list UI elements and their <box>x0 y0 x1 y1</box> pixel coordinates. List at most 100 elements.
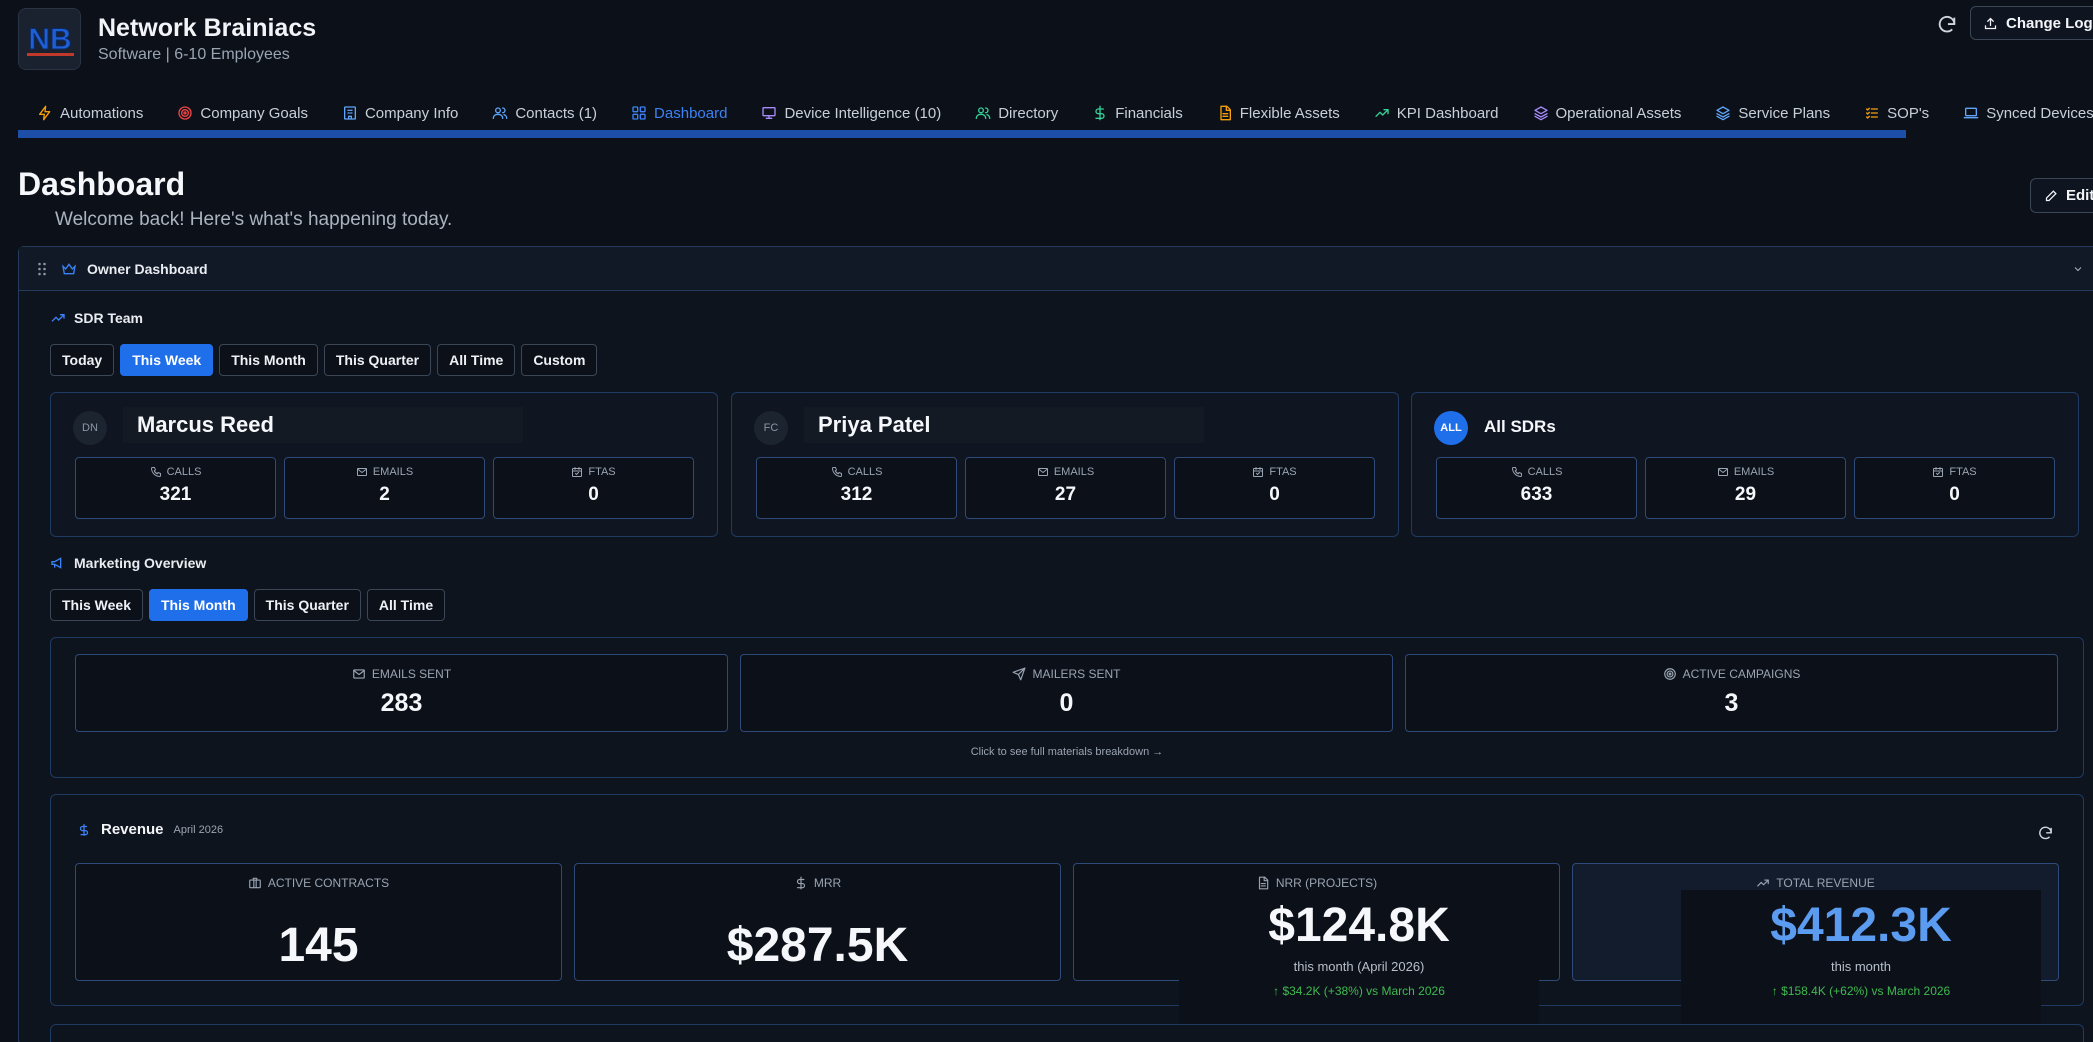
marketing-range-this-week-button[interactable]: This Week <box>50 589 143 621</box>
revenue-refresh-icon[interactable] <box>2037 825 2054 842</box>
revenue-stat-active-contracts: ACTIVE CONTRACTS 145 <box>75 863 562 981</box>
tab-label: Financials <box>1115 104 1183 122</box>
materials-breakdown-link[interactable]: Click to see full materials breakdown → <box>51 746 2083 758</box>
sdr-range-custom-button[interactable]: Custom <box>521 344 598 376</box>
trending-up-icon <box>1756 876 1770 890</box>
stat-sublabel: this month (April 2026) <box>1293 959 1425 974</box>
company-subtitle: Software | 6-10 Employees <box>98 46 290 63</box>
tab-contacts-1[interactable]: Contacts (1) <box>475 96 614 130</box>
sdr-range-all-time-button[interactable]: All Time <box>437 344 516 376</box>
tab-sop-s[interactable]: SOP's <box>1847 96 1946 130</box>
stat-value: 0 <box>1059 689 1074 717</box>
change-logo-button[interactable]: Change Logo <box>1970 6 2093 40</box>
dollar-icon <box>794 876 808 890</box>
stat-label: CALLS <box>166 466 202 478</box>
avatar: DN <box>73 411 107 445</box>
sdr-stat-ftas: FTAS 0 <box>493 457 694 519</box>
megaphone-icon <box>50 555 66 571</box>
sdr-name: All SDRs <box>1484 417 1556 436</box>
upload-icon <box>1984 17 1997 29</box>
dollar-icon <box>79 823 89 836</box>
mail-icon <box>356 466 368 478</box>
sdr-range-this-week-button[interactable]: This Week <box>120 344 214 376</box>
refresh-icon[interactable] <box>1936 14 1958 36</box>
tab-financials[interactable]: Financials <box>1075 96 1200 130</box>
tab-label: KPI Dashboard <box>1396 104 1499 122</box>
tab-company-goals[interactable]: Company Goals <box>160 96 325 130</box>
tab-operational-assets[interactable]: Operational Assets <box>1516 96 1699 130</box>
grid-icon <box>631 105 647 121</box>
change-logo-label: Change Logo <box>2006 14 2093 32</box>
tab-label: Service Plans <box>1738 104 1831 122</box>
stat-value: 2 <box>379 484 390 505</box>
tab-kpi-dashboard[interactable]: KPI Dashboard <box>1357 96 1516 130</box>
monitor-icon <box>761 105 777 121</box>
sdr-range-today-button[interactable]: Today <box>50 344 115 376</box>
edit-button[interactable]: Edit <box>2030 178 2093 213</box>
tab-label: Synced Devices (12) <box>1986 104 2093 122</box>
tab-dashboard[interactable]: Dashboard <box>614 96 744 130</box>
page-subtitle: Welcome back! Here's what's happening to… <box>55 209 453 230</box>
tab-automations[interactable]: Automations <box>20 96 160 130</box>
tab-flexible-assets[interactable]: Flexible Assets <box>1200 96 1357 130</box>
owner-dashboard-title: Owner Dashboard <box>87 261 208 277</box>
tab-label: Dashboard <box>654 104 728 122</box>
sdr-stat-emails: EMAILS 27 <box>965 457 1166 519</box>
owner-dashboard-header[interactable]: Owner Dashboard <box>19 247 2093 291</box>
tab-company-info[interactable]: Company Info <box>325 96 475 130</box>
trending-up-icon <box>50 310 66 326</box>
stat-value: 0 <box>1949 484 1960 505</box>
stat-value: $287.5K <box>726 919 909 972</box>
sdr-team-heading: SDR Team <box>50 310 143 326</box>
tab-label: Company Goals <box>200 104 308 122</box>
stat-label: MAILERS SENT <box>1032 667 1121 681</box>
phone-icon <box>831 466 843 478</box>
tab-device-intelligence-10[interactable]: Device Intelligence (10) <box>744 96 958 130</box>
stat-value: 27 <box>1054 484 1077 505</box>
tab-service-plans[interactable]: Service Plans <box>1698 96 1847 130</box>
revenue-stat-nrr-projects: NRR (PROJECTS) $124.8K this month (April… <box>1073 863 1560 1040</box>
mail-icon <box>1037 466 1049 478</box>
sdr-range-this-month-button[interactable]: This Month <box>219 344 318 376</box>
next-section-card <box>50 1024 2084 1042</box>
marketing-range-this-month-button[interactable]: This Month <box>149 589 248 621</box>
sdr-card-all-sdrs: ALL All SDRs CALLS 633 EMAILS 29 FTAS 0 <box>1411 392 2079 537</box>
phone-icon <box>1511 466 1523 478</box>
stat-change: ↑ $158.4K (+62%) vs March 2026 <box>1771 984 1951 998</box>
company-logo: NB <box>18 8 81 70</box>
drag-handle-icon[interactable] <box>37 262 47 276</box>
stat-value: 312 <box>840 484 873 505</box>
tab-label: Company Info <box>364 104 459 122</box>
sdr-stat-calls: CALLS 321 <box>75 457 276 519</box>
sdr-stat-ftas: FTAS 0 <box>1174 457 1375 519</box>
stat-label: TOTAL REVENUE <box>1776 876 1875 890</box>
laptop-icon <box>1963 105 1979 121</box>
stat-label: EMAILS <box>1733 466 1775 478</box>
stat-label: CALLS <box>847 466 883 478</box>
stat-label: ACTIVE CONTRACTS <box>267 876 390 890</box>
revenue-period: April 2026 <box>173 823 224 836</box>
tab-synced-devices-12[interactable]: Synced Devices (12) <box>1946 96 2093 130</box>
marketing-stat-active-campaigns[interactable]: ACTIVE CAMPAIGNS 3 <box>1405 654 2058 732</box>
stat-value: 633 <box>1520 484 1553 505</box>
chevron-down-icon[interactable] <box>2071 263 2085 275</box>
marketing-range-selector: This Week This Month This Quarter All Time <box>50 589 446 621</box>
marketing-range-all-time-button[interactable]: All Time <box>366 589 446 621</box>
briefcase-icon <box>248 876 262 890</box>
send-icon <box>1012 667 1026 681</box>
revenue-stat-total-revenue: TOTAL REVENUE $412.3K this month ↑ $158.… <box>1572 863 2059 1040</box>
marketing-stat-emails-sent[interactable]: EMAILS SENT 283 <box>75 654 728 732</box>
building-icon <box>342 105 358 121</box>
pencil-icon <box>2045 190 2057 202</box>
stat-value: 283 <box>380 689 423 717</box>
users-icon <box>975 105 991 121</box>
sdr-range-this-quarter-button[interactable]: This Quarter <box>323 344 432 376</box>
file-icon <box>1217 105 1233 121</box>
marketing-stat-mailers-sent[interactable]: MAILERS SENT 0 <box>740 654 1393 732</box>
calendar-icon <box>1932 466 1944 478</box>
marketing-range-this-quarter-button[interactable]: This Quarter <box>253 589 361 621</box>
tab-underline <box>18 130 1906 138</box>
tab-label: Operational Assets <box>1555 104 1682 122</box>
tab-directory[interactable]: Directory <box>958 96 1075 130</box>
stat-label: EMAILS <box>372 466 414 478</box>
